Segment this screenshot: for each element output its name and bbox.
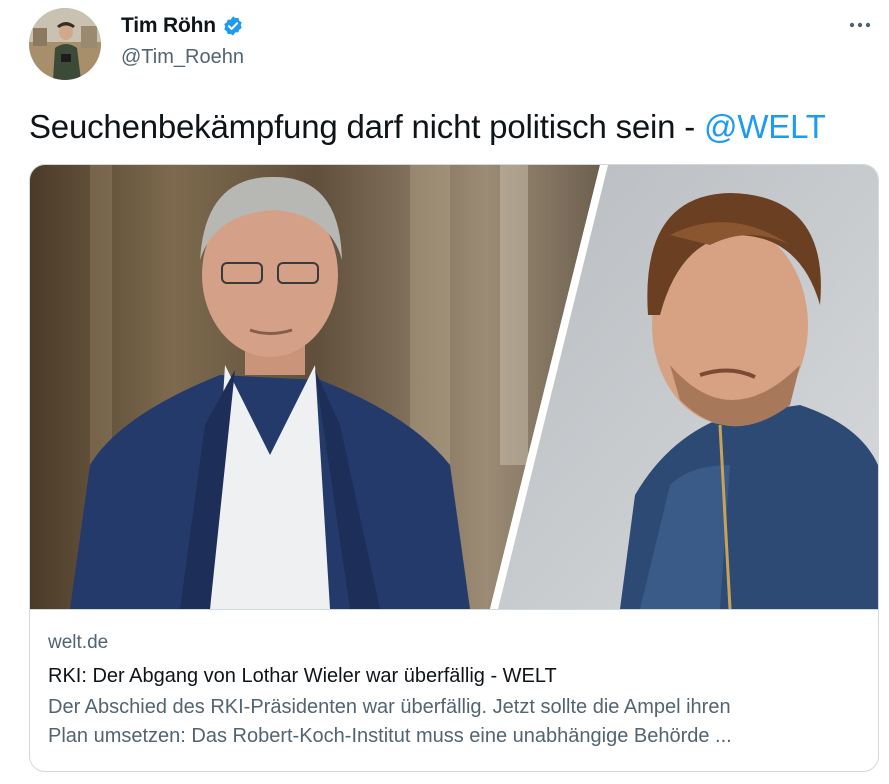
card-description-line: Plan umsetzen: Das Robert-Koch-Institut … bbox=[48, 725, 732, 747]
author-handle[interactable]: @Tim_Roehn bbox=[121, 46, 244, 69]
card-meta: welt.de RKI: Der Abgang von Lothar Wiele… bbox=[48, 631, 860, 751]
tweet: Tim Röhn @Tim_Roehn Seuchenbekämpfung da… bbox=[0, 0, 889, 784]
avatar-photo bbox=[29, 8, 101, 80]
verified-badge-icon bbox=[222, 15, 244, 37]
card-image[interactable] bbox=[30, 165, 878, 610]
author-name-row: Tim Röhn bbox=[121, 14, 244, 38]
author-display-name[interactable]: Tim Röhn bbox=[121, 14, 216, 38]
card-description-line: Der Abschied des RKI-Präsidenten war übe… bbox=[48, 696, 731, 718]
card-photo bbox=[30, 165, 878, 610]
mention-link[interactable]: @WELT bbox=[704, 108, 826, 145]
tweet-text: Seuchenbekämpfung darf nicht politisch s… bbox=[29, 106, 826, 148]
card-domain: welt.de bbox=[48, 632, 109, 653]
tweet-body: Seuchenbekämpfung darf nicht politisch s… bbox=[29, 108, 705, 145]
more-options-icon[interactable] bbox=[845, 12, 875, 38]
card-title[interactable]: RKI: Der Abgang von Lothar Wieler war üb… bbox=[48, 663, 860, 689]
link-preview-card[interactable]: welt.de RKI: Der Abgang von Lothar Wiele… bbox=[29, 164, 879, 772]
card-description: Der Abschied des RKI-Präsidenten war übe… bbox=[48, 693, 860, 751]
avatar[interactable] bbox=[29, 8, 101, 80]
